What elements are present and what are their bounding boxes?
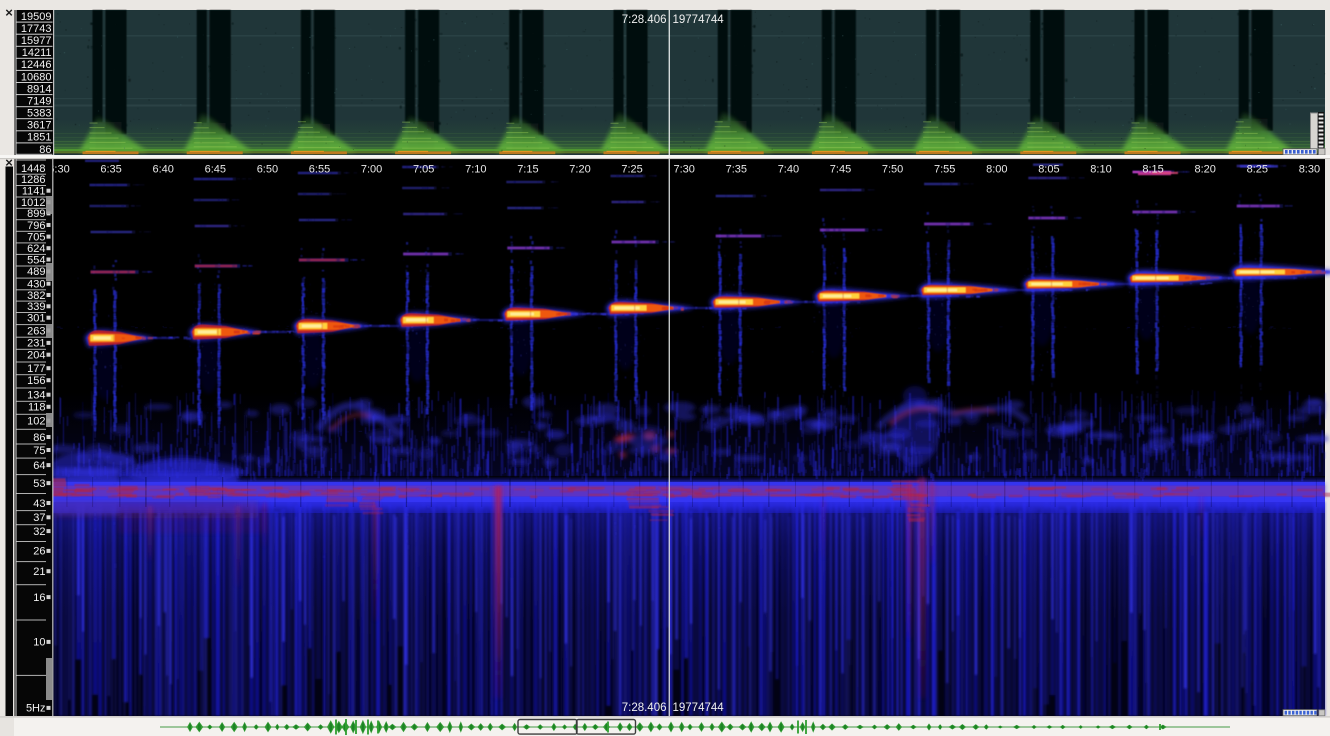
svg-text:15977: 15977 xyxy=(21,35,52,47)
svg-text:7:55: 7:55 xyxy=(934,163,955,175)
svg-text:21: 21 xyxy=(33,566,45,578)
svg-text:6:50: 6:50 xyxy=(257,163,278,175)
svg-text:430: 430 xyxy=(27,279,45,291)
svg-text:1286: 1286 xyxy=(21,174,45,186)
svg-text:7:05: 7:05 xyxy=(413,163,434,175)
svg-text:102: 102 xyxy=(27,416,45,428)
svg-text:8:30: 8:30 xyxy=(1299,163,1320,175)
svg-text:32: 32 xyxy=(33,526,45,538)
svg-text:8:15: 8:15 xyxy=(1142,163,1163,175)
svg-text:37: 37 xyxy=(33,512,45,524)
svg-text:7:30: 7:30 xyxy=(673,163,694,175)
svg-text:8:05: 8:05 xyxy=(1038,163,1059,175)
svg-text:3617: 3617 xyxy=(27,120,51,132)
svg-text:5Hz: 5Hz xyxy=(26,703,46,715)
svg-text:8:00: 8:00 xyxy=(986,163,1007,175)
svg-text:7:50: 7:50 xyxy=(882,163,903,175)
svg-text:7:35: 7:35 xyxy=(726,163,747,175)
svg-text:26: 26 xyxy=(33,546,45,558)
svg-text:382: 382 xyxy=(27,290,45,302)
svg-text:10680: 10680 xyxy=(21,71,52,83)
svg-text:43: 43 xyxy=(33,498,45,510)
svg-text:10: 10 xyxy=(33,637,45,649)
svg-text:7:40: 7:40 xyxy=(778,163,799,175)
svg-text:×: × xyxy=(5,5,13,20)
svg-text:6:40: 6:40 xyxy=(152,163,173,175)
svg-text:705: 705 xyxy=(27,231,45,243)
svg-text:7:10: 7:10 xyxy=(465,163,486,175)
svg-text:7149: 7149 xyxy=(27,95,51,107)
svg-text:1141: 1141 xyxy=(22,186,46,198)
svg-text:86: 86 xyxy=(33,432,45,444)
svg-text:5383: 5383 xyxy=(27,108,51,120)
svg-text:204: 204 xyxy=(27,350,45,362)
svg-text:301: 301 xyxy=(27,313,45,325)
svg-text:14211: 14211 xyxy=(22,47,52,59)
svg-text:75: 75 xyxy=(33,445,45,457)
svg-text:796: 796 xyxy=(27,220,45,232)
svg-text:19509: 19509 xyxy=(21,11,52,23)
svg-text:6:35: 6:35 xyxy=(100,163,121,175)
svg-text:156: 156 xyxy=(27,375,45,387)
svg-text:7:15: 7:15 xyxy=(517,163,538,175)
svg-text:899: 899 xyxy=(27,208,45,220)
svg-text:17743: 17743 xyxy=(21,23,52,35)
svg-text:16: 16 xyxy=(33,592,45,604)
svg-text:7:25: 7:25 xyxy=(621,163,642,175)
svg-text:7:28.406: 7:28.406 xyxy=(622,702,667,714)
svg-text:19774744: 19774744 xyxy=(673,14,725,26)
svg-text:624: 624 xyxy=(27,243,45,255)
svg-text:8:10: 8:10 xyxy=(1090,163,1111,175)
svg-text:7:20: 7:20 xyxy=(569,163,590,175)
svg-text:118: 118 xyxy=(28,402,46,414)
svg-text:7:00: 7:00 xyxy=(361,163,382,175)
svg-text:1851: 1851 xyxy=(27,132,51,144)
svg-text:339: 339 xyxy=(27,301,45,313)
svg-text:554: 554 xyxy=(27,254,45,266)
svg-text:134: 134 xyxy=(27,390,45,402)
svg-text:263: 263 xyxy=(27,325,45,337)
svg-text:8:20: 8:20 xyxy=(1194,163,1215,175)
svg-text:1448: 1448 xyxy=(21,163,45,175)
svg-text:7:45: 7:45 xyxy=(830,163,851,175)
svg-text:177: 177 xyxy=(27,363,45,375)
svg-text:64: 64 xyxy=(33,460,45,472)
svg-text:6:45: 6:45 xyxy=(205,163,226,175)
svg-text:7:28.406: 7:28.406 xyxy=(622,14,667,26)
svg-text:53: 53 xyxy=(33,478,45,490)
svg-text:8914: 8914 xyxy=(27,83,51,95)
svg-text:6:55: 6:55 xyxy=(309,163,330,175)
svg-text:19774744: 19774744 xyxy=(673,702,725,714)
svg-text:12446: 12446 xyxy=(21,59,52,71)
svg-text:489: 489 xyxy=(27,266,45,278)
svg-text:231: 231 xyxy=(27,338,45,350)
svg-text:1012: 1012 xyxy=(21,197,45,209)
svg-text:8:25: 8:25 xyxy=(1247,163,1268,175)
